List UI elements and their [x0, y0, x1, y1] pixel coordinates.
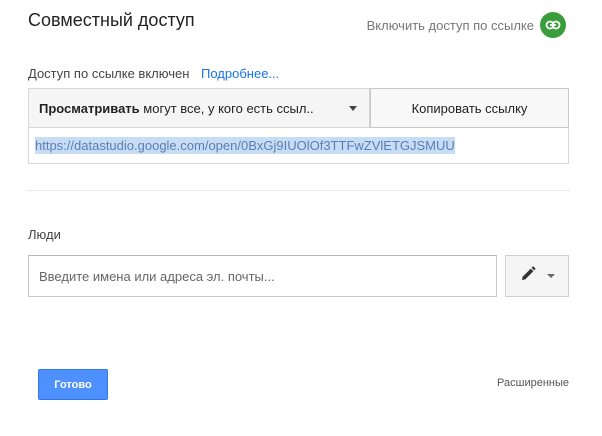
- access-level-rest: могут все, у кого есть ссыл..: [139, 100, 314, 116]
- access-level-label: Просматривать могут все, у кого есть ссы…: [39, 101, 314, 116]
- section-divider: [28, 190, 569, 191]
- dialog-title: Совместный доступ: [28, 10, 195, 30]
- link-access-row: Просматривать могут все, у кого есть ссы…: [28, 88, 569, 128]
- enable-link-sharing-label: Включить доступ по ссылке: [366, 17, 534, 33]
- access-level-bold: Просматривать: [39, 100, 140, 116]
- people-input[interactable]: [28, 255, 497, 297]
- learn-more-link[interactable]: Подробнее...: [201, 66, 279, 81]
- advanced-settings-link[interactable]: Расширенные: [497, 377, 569, 389]
- sharing-dialog: Совместный доступ Включить доступ по ссы…: [0, 0, 602, 436]
- link-status-text: Доступ по ссылке включен: [28, 66, 190, 81]
- link-icon[interactable]: [540, 12, 566, 38]
- link-access-dropdown[interactable]: Просматривать могут все, у кого есть ссы…: [28, 88, 370, 128]
- enable-link-sharing-toggle[interactable]: Включить доступ по ссылке: [367, 12, 566, 38]
- share-url-field[interactable]: https://datastudio.google.com/open/0BxGj…: [28, 128, 569, 164]
- chevron-down-icon: [547, 274, 555, 278]
- copy-link-button[interactable]: Копировать ссылку: [370, 88, 569, 128]
- permission-dropdown-button[interactable]: [505, 255, 569, 297]
- share-url-text[interactable]: https://datastudio.google.com/open/0BxGj…: [35, 137, 455, 154]
- people-label: Люди: [28, 227, 61, 242]
- chevron-down-icon: [349, 106, 357, 111]
- done-button[interactable]: Готово: [38, 369, 108, 400]
- link-status: Доступ по ссылке включен Подробнее...: [28, 66, 279, 81]
- pencil-icon: [519, 265, 537, 288]
